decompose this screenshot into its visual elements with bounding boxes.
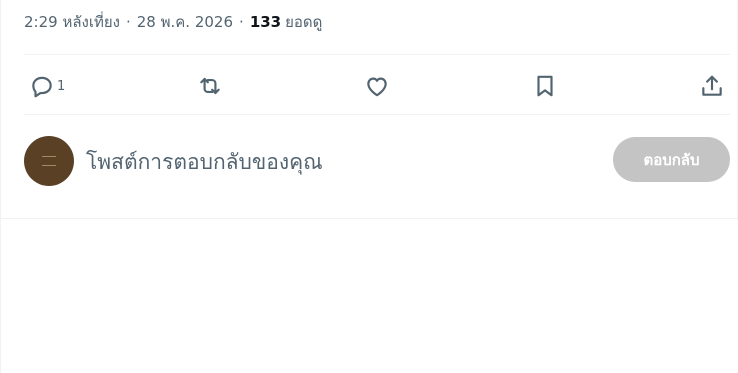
divider	[24, 54, 730, 55]
tweet-actions: 1	[19, 66, 734, 106]
like-button[interactable]	[364, 66, 390, 106]
views-count: 133	[249, 13, 282, 31]
avatar[interactable]	[24, 136, 74, 186]
divider	[24, 114, 730, 115]
reply-icon	[32, 76, 52, 98]
bookmark-button[interactable]	[532, 66, 558, 106]
views-label: ยอดดู	[285, 13, 323, 31]
retweet-icon	[200, 77, 220, 95]
meta-separator: ·	[125, 13, 131, 31]
heart-icon	[367, 77, 387, 97]
reply-submit-button[interactable]: ตอบกลับ	[613, 137, 730, 182]
share-button[interactable]	[699, 66, 725, 106]
divider	[1, 218, 738, 219]
reply-input[interactable]	[86, 144, 586, 180]
bookmark-icon	[537, 75, 553, 97]
reply-composer: ตอบกลับ	[24, 136, 730, 188]
meta-separator: ·	[239, 13, 244, 31]
share-icon	[702, 75, 722, 96]
tweet-time[interactable]: 2:29 หลังเที่ยง	[24, 10, 120, 34]
tweet-detail-panel: 2:29 หลังเที่ยง · 28 พ.ค. 2026 · 133 ยอด…	[0, 0, 738, 373]
tweet-meta: 2:29 หลังเที่ยง · 28 พ.ค. 2026 · 133 ยอด…	[24, 10, 322, 34]
avatar-logo-icon	[42, 156, 56, 166]
retweet-button[interactable]	[197, 66, 223, 106]
reply-button[interactable]: 1	[29, 66, 65, 106]
reply-count: 1	[57, 78, 66, 94]
tweet-date[interactable]: 28 พ.ค. 2026	[137, 10, 233, 34]
